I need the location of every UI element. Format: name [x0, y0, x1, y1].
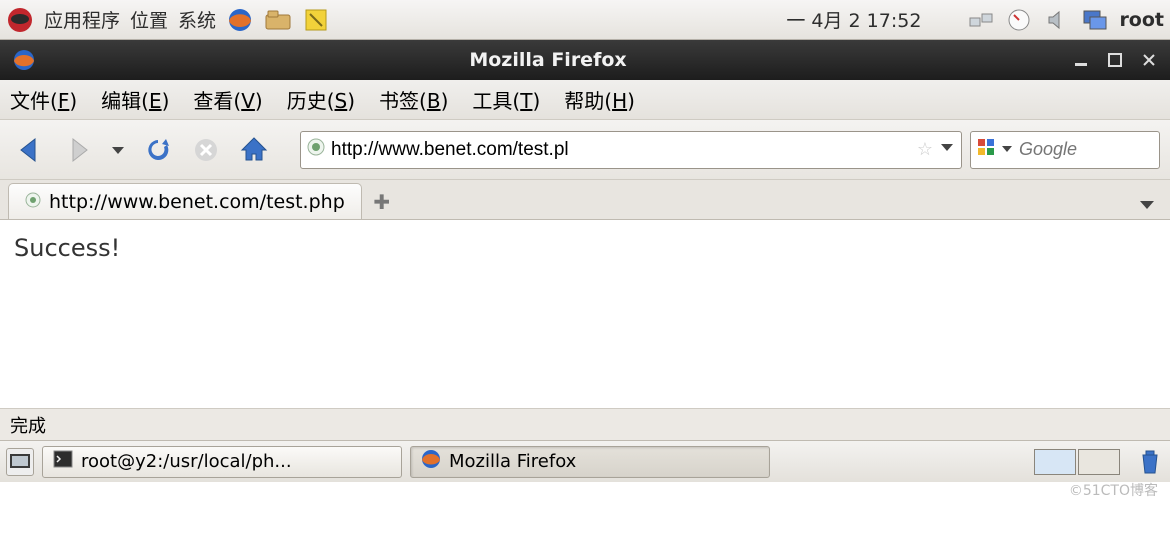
terminal-icon: [53, 450, 73, 473]
network-icon[interactable]: [967, 6, 995, 34]
cpu-monitor-icon[interactable]: [1005, 6, 1033, 34]
search-bar[interactable]: [970, 131, 1160, 169]
page-text: Success!: [14, 234, 120, 262]
site-favicon-icon: [307, 138, 325, 161]
firefox-menubar: 文件(F) 编辑(E) 查看(V) 历史(S) 书签(B) 工具(T) 帮助(H…: [0, 80, 1170, 120]
volume-icon[interactable]: [1043, 6, 1071, 34]
status-text: 完成: [10, 412, 46, 438]
firefox-launcher-icon[interactable]: [226, 6, 254, 34]
google-engine-icon[interactable]: [977, 138, 995, 161]
close-button[interactable]: [1138, 49, 1160, 71]
panel-menu-places[interactable]: 位置: [130, 6, 168, 33]
panel-menu-system[interactable]: 系统: [178, 6, 216, 33]
back-button[interactable]: [10, 130, 50, 170]
firefox-task-icon: [421, 449, 441, 474]
workspace-1[interactable]: [1034, 449, 1076, 475]
firefox-toolbar: ☆: [0, 120, 1170, 180]
tab-label: http://www.benet.com/test.php: [49, 191, 345, 213]
stop-button[interactable]: [186, 130, 226, 170]
gnome-top-panel: 应用程序 位置 系统 一 4月 2 17:52 root: [0, 0, 1170, 40]
redhat-icon[interactable]: [6, 6, 34, 34]
maximize-button[interactable]: [1104, 49, 1126, 71]
menu-view[interactable]: 查看(V): [193, 85, 262, 114]
tab-favicon-icon: [25, 191, 41, 213]
note-icon[interactable]: [302, 6, 330, 34]
home-button[interactable]: [234, 130, 274, 170]
search-engine-dropdown-icon[interactable]: [1001, 139, 1013, 160]
address-dropdown-icon[interactable]: [939, 139, 955, 160]
menu-edit[interactable]: 编辑(E): [101, 85, 169, 114]
tab-list-dropdown-icon[interactable]: [1138, 196, 1170, 219]
show-desktop-icon[interactable]: [6, 448, 34, 476]
window-title: Mozilla Firefox: [38, 49, 1058, 71]
window-titlebar: Mozilla Firefox: [0, 40, 1170, 80]
workspace-2[interactable]: [1078, 449, 1120, 475]
taskbar-item-terminal[interactable]: root@y2:/usr/local/ph...: [42, 446, 402, 478]
menu-help[interactable]: 帮助(H): [564, 85, 635, 114]
search-input[interactable]: [1019, 139, 1170, 160]
display-icon[interactable]: [1081, 6, 1109, 34]
status-bar: 完成: [0, 408, 1170, 440]
firefox-window-icon: [10, 46, 38, 74]
menu-history[interactable]: 历史(S): [287, 85, 355, 114]
watermark: ©51CTO博客: [1069, 480, 1158, 500]
new-tab-button[interactable]: ✚: [362, 185, 402, 219]
history-dropdown-icon[interactable]: [106, 130, 130, 170]
forward-button[interactable]: [58, 130, 98, 170]
workspace-switcher[interactable]: [1034, 449, 1120, 475]
taskbar-item-label: root@y2:/usr/local/ph...: [81, 451, 292, 472]
file-manager-icon[interactable]: [264, 6, 292, 34]
taskbar-item-firefox[interactable]: Mozilla Firefox: [410, 446, 770, 478]
menu-file[interactable]: 文件(F): [10, 85, 77, 114]
menu-bookmarks[interactable]: 书签(B): [379, 85, 448, 114]
gnome-bottom-panel: root@y2:/usr/local/ph... Mozilla Firefox: [0, 440, 1170, 482]
taskbar-item-label: Mozilla Firefox: [449, 451, 576, 472]
bookmark-star-icon[interactable]: ☆: [917, 139, 933, 160]
address-bar[interactable]: ☆: [300, 131, 962, 169]
menu-tools[interactable]: 工具(T): [472, 85, 540, 114]
panel-clock[interactable]: 一 4月 2 17:52: [786, 6, 921, 33]
tab-bar: http://www.benet.com/test.php ✚: [0, 180, 1170, 220]
trash-icon[interactable]: [1136, 448, 1164, 476]
tab-active[interactable]: http://www.benet.com/test.php: [8, 183, 362, 219]
panel-user[interactable]: root: [1119, 9, 1164, 31]
minimize-button[interactable]: [1070, 49, 1092, 71]
page-content: Success!: [0, 220, 1170, 408]
reload-button[interactable]: [138, 130, 178, 170]
address-input[interactable]: [331, 139, 911, 161]
panel-menu-apps[interactable]: 应用程序: [44, 6, 120, 33]
